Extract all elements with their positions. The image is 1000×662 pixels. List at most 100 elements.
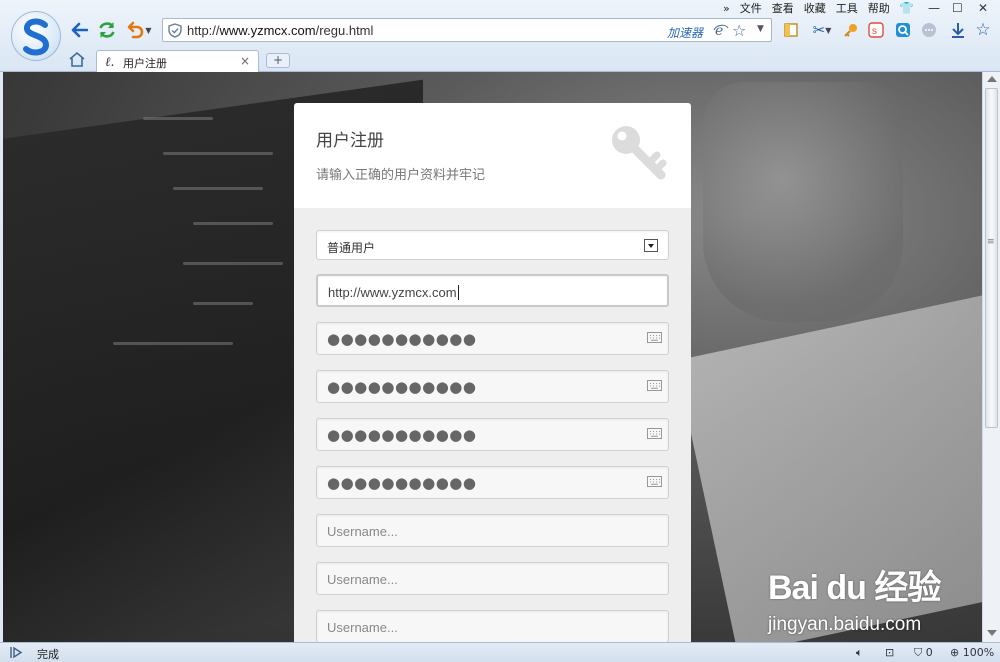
home-icon[interactable] [68,51,86,68]
close-window-icon[interactable]: ✕ [978,1,988,15]
key-tool-icon [844,24,857,37]
form-body: 普通用户 http://www.yzmcx.com ●●●●●●●●●●● ●●… [294,208,691,642]
password-mask: ●●●●●●●●●●● [327,426,477,444]
keyboard-icon[interactable] [647,380,662,391]
key-icon [612,126,667,180]
password-field[interactable]: ●●●●●●●●●●● [316,466,669,499]
security-shield-icon [168,23,182,38]
keyboard-icon[interactable] [647,428,662,439]
background-cup [703,82,903,322]
address-url[interactable]: http://www.yzmcx.com/regu.html [187,23,373,38]
adblock-icon[interactable]: ⊡ [885,646,894,659]
password-key-button[interactable] [841,20,861,40]
download-button[interactable] [948,20,968,40]
translate-icon: s [868,22,884,38]
search-tool-icon [896,23,910,37]
watermark-brand: Bai du 经验 [768,569,941,607]
password-mask: ●●●●●●●●●●● [327,330,477,348]
menu-favorites[interactable]: 收藏 [799,2,831,16]
text-caret [457,285,459,300]
keyboard-icon[interactable] [647,476,662,487]
status-text: 完成 [37,648,59,661]
url-path: /regu.html [315,23,374,38]
menu-tools[interactable]: 工具 [831,2,863,16]
scroll-down-arrow-icon[interactable] [987,630,997,636]
back-button[interactable] [68,18,90,42]
sidebar-icon [784,23,798,37]
menu-more[interactable]: » [718,2,735,16]
refresh-button[interactable] [96,18,118,42]
volume-icon[interactable]: 🔈︎ [856,646,863,660]
sidebar-toggle-icon[interactable] [9,646,23,659]
vertical-scrollbar[interactable]: ≡ [982,72,1000,642]
background-code-line [193,302,253,305]
more-dots-icon [922,23,936,37]
username-placeholder: Username... [327,620,398,635]
undo-dropdown-icon: ▼ [145,25,152,35]
back-arrow-icon [71,22,88,38]
accelerator-button[interactable]: 加速器 [667,24,703,41]
translate-button[interactable]: s [866,20,886,40]
security-shield-small-icon: ⛉ [914,646,923,659]
username-placeholder: Username... [327,524,398,539]
zoom-level: 100% [962,646,995,659]
maximize-icon[interactable]: ☐ [952,1,963,15]
minimize-icon[interactable]: — [928,1,940,15]
username-input[interactable]: Username... [316,610,669,642]
user-type-value: 普通用户 [327,241,376,255]
scroll-thumb[interactable] [985,88,998,428]
address-dropdown-icon[interactable]: ▼ [757,24,764,34]
watermark-site: jingyan.baidu.com [768,614,922,635]
favorites-star-icon: ☆ [975,20,991,40]
menu-file[interactable]: 文件 [735,2,767,16]
search-tool-button[interactable] [893,20,913,40]
url-scheme: http:// [187,23,220,38]
page-favicon-icon: ℓ. [105,55,115,70]
user-type-select[interactable]: 普通用户 [316,230,669,260]
undo-close-tab-button[interactable]: ▼ [124,18,154,42]
favorite-star-icon[interactable]: ☆ [732,21,746,40]
refresh-icon [99,22,115,38]
username-input[interactable]: Username... [316,562,669,595]
menu-view[interactable]: 查看 [767,2,799,16]
tab-close-icon[interactable]: × [240,54,250,68]
website-url-input[interactable]: http://www.yzmcx.com [316,274,669,307]
password-mask: ●●●●●●●●●●● [327,474,477,492]
tab-title: 用户注册 [123,57,167,70]
undo-icon [128,21,144,39]
ie-compat-icon[interactable]: e [713,22,729,38]
tab-bar: ℓ. 用户注册 × + [0,48,1000,72]
page-viewport: 用户注册 请输入正确的用户资料并牢记 普通用户 http://www.yzmcx… [3,72,982,642]
zoom-icon: ⊕ [950,646,960,659]
screenshot-button[interactable]: ✂ ▼ [808,20,836,40]
security-count: 0 [925,646,933,659]
background-code-line [143,117,213,120]
new-tab-button[interactable]: + [266,53,290,68]
skin-icon[interactable]: 👕 [899,1,914,15]
background-code-line [193,222,273,225]
security-status[interactable]: ⛉ 0 [914,646,933,660]
sidebar-toggle-button[interactable] [781,20,801,40]
menu-help[interactable]: 帮助 [863,2,895,16]
keyboard-icon[interactable] [647,332,662,343]
form-header: 用户注册 请输入正确的用户资料并牢记 [294,103,691,208]
background-code-line [183,262,283,265]
browser-toolbar: ▼ http://www.yzmcx.com/regu.html 加速器 e ☆… [0,0,1000,72]
form-subtitle: 请输入正确的用户资料并牢记 [316,168,486,183]
select-arrow-icon[interactable] [644,239,658,252]
password-field[interactable]: ●●●●●●●●●●● [316,322,669,355]
background-code-line [163,152,273,155]
zoom-control[interactable]: ⊕ 100% [950,646,994,659]
status-bar: 完成 🔈︎ ⊡ ⛉ 0 ⊕ 100% [0,642,1000,662]
username-input[interactable]: Username... [316,514,669,547]
password-field[interactable]: ●●●●●●●●●●● [316,370,669,403]
registration-form: 用户注册 请输入正确的用户资料并牢记 普通用户 http://www.yzmcx… [294,103,691,642]
more-tools-button[interactable] [919,20,939,40]
scroll-up-arrow-icon[interactable] [987,76,997,82]
tab-user-registration[interactable]: ℓ. 用户注册 × [96,50,259,72]
scissors-icon: ✂ [812,21,826,39]
favorites-button[interactable]: ☆ [973,20,993,40]
password-field[interactable]: ●●●●●●●●●●● [316,418,669,451]
address-bar[interactable]: http://www.yzmcx.com/regu.html 加速器 e ☆ ▼ [162,18,772,42]
website-url-value: http://www.yzmcx.com [328,285,457,300]
